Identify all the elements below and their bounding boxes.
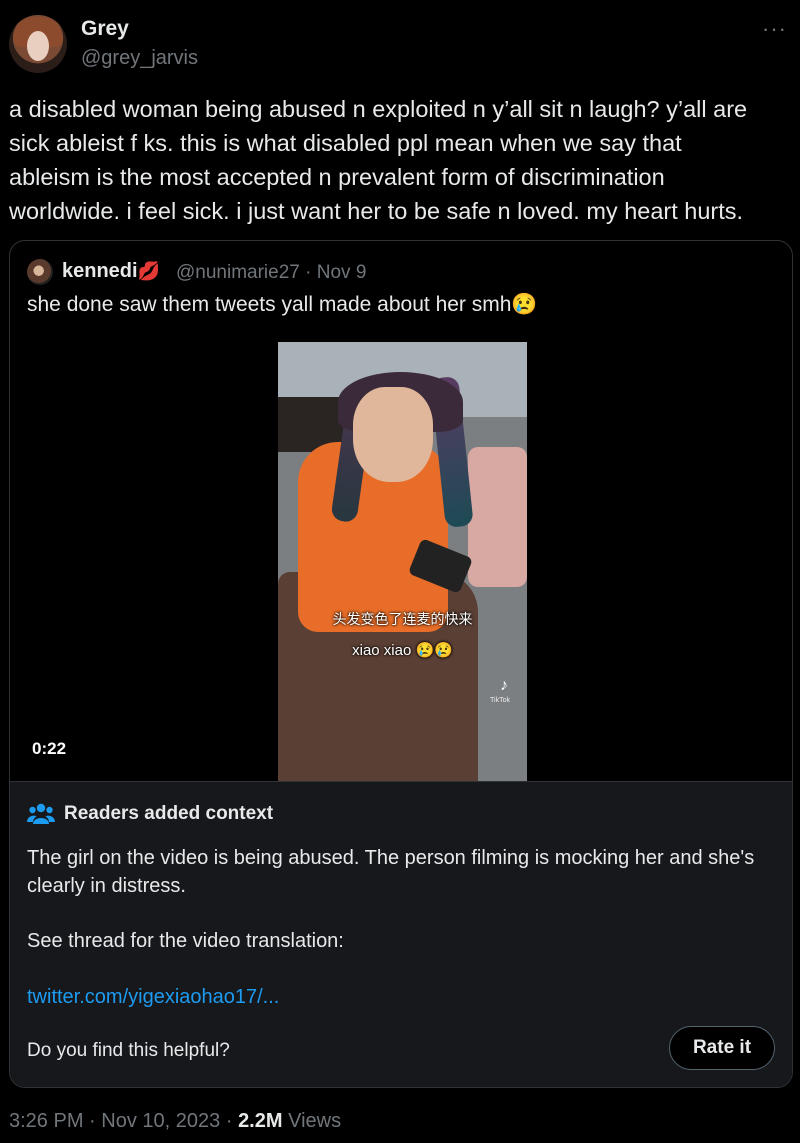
- quoted-author-avatar[interactable]: [27, 259, 53, 285]
- lips-emoji: 💋: [137, 261, 160, 281]
- video-caption-xiao: xiao xiao 😢😢: [352, 642, 453, 659]
- quoted-tweet[interactable]: kennedi💋 @nunimarie27 · Nov 9 she done s…: [9, 240, 793, 1088]
- post-date[interactable]: Nov 10, 2023: [101, 1110, 220, 1132]
- video-player[interactable]: 头发变色了连麦的快来 xiao xiao 😢😢 ♪ TikTok: [278, 342, 527, 781]
- quoted-text: she done saw them tweets yall made about…: [27, 293, 538, 316]
- author-handle[interactable]: @grey_jarvis: [81, 47, 198, 70]
- views-label: Views: [288, 1110, 342, 1132]
- author-name[interactable]: Grey: [81, 17, 129, 41]
- views-count: 2.2M: [238, 1110, 283, 1132]
- quoted-author-name-text: kennedi: [62, 260, 138, 282]
- people-icon: [27, 803, 55, 824]
- video-duration: 0:22: [32, 739, 67, 758]
- video-scene-stool: [468, 447, 527, 587]
- meta-separator: ·: [305, 262, 312, 283]
- video-scene-face: [353, 387, 433, 482]
- footer-separator: ·: [89, 1110, 96, 1132]
- quoted-author-name[interactable]: kennedi💋: [62, 260, 160, 283]
- post-time[interactable]: 3:26 PM: [9, 1110, 83, 1132]
- note-body: The girl on the video is being abused. T…: [27, 847, 755, 897]
- quoted-date[interactable]: Nov 9: [317, 262, 367, 283]
- note-thread-line: See thread for the video translation:: [27, 930, 344, 952]
- footer-separator: ·: [225, 1110, 233, 1132]
- rate-it-button[interactable]: Rate it: [669, 1026, 775, 1070]
- video-caption-chinese: 头发变色了连麦的快来: [332, 611, 473, 627]
- tiktok-logo-icon: ♪: [500, 677, 508, 694]
- quoted-meta: @nunimarie27 · Nov 9: [176, 262, 366, 284]
- quoted-author-handle[interactable]: @nunimarie27: [176, 262, 300, 283]
- tiktok-watermark: TikTok: [490, 697, 510, 704]
- avatar-face: [27, 31, 49, 61]
- note-title: Readers added context: [64, 803, 274, 824]
- helpful-question: Do you find this helpful?: [27, 1040, 230, 1061]
- more-options-icon[interactable]: ···: [762, 16, 787, 42]
- post-footer: 3:26 PM · Nov 10, 2023 · 2.2M Views: [9, 1110, 341, 1133]
- community-note: Readers added context The girl on the vi…: [10, 781, 792, 1087]
- note-link[interactable]: twitter.com/yigexiaohao17/...: [27, 986, 279, 1009]
- post-text: a disabled woman being abused n exploite…: [9, 96, 748, 224]
- author-avatar[interactable]: [9, 15, 67, 73]
